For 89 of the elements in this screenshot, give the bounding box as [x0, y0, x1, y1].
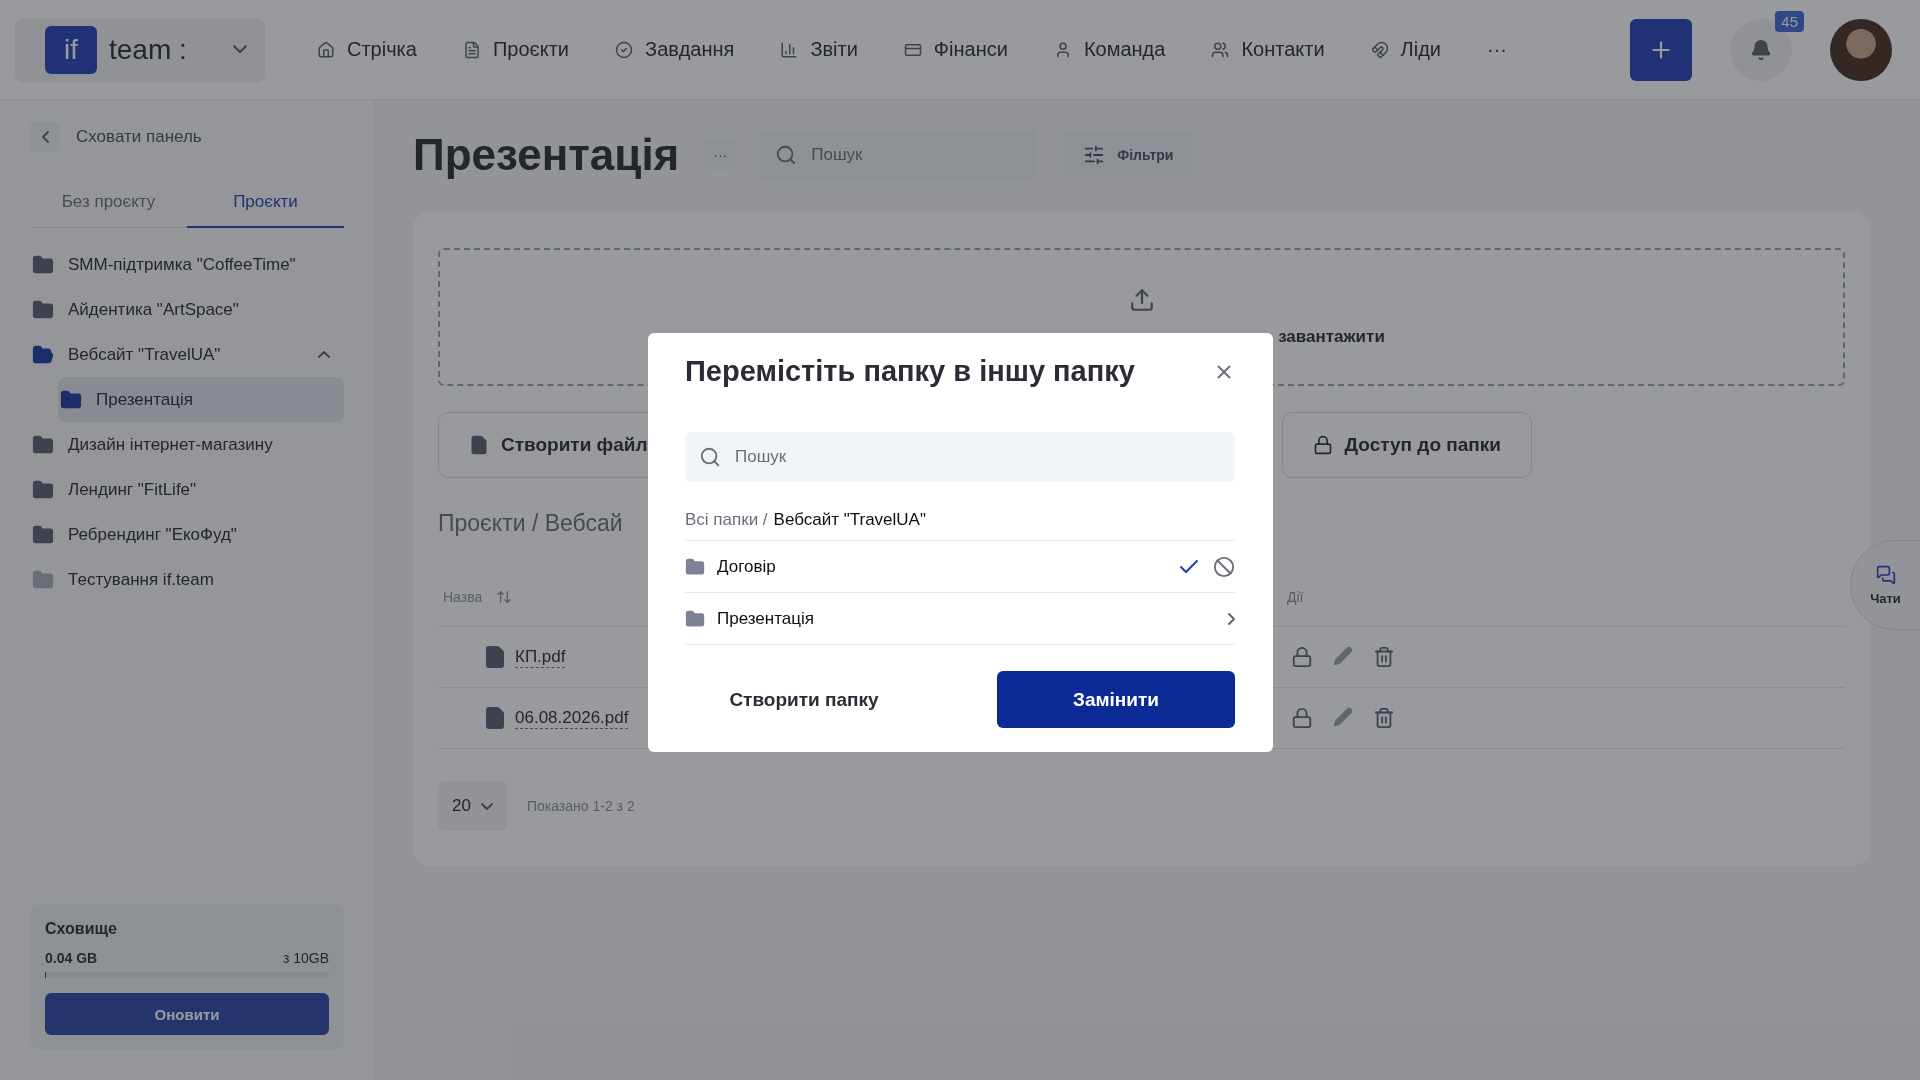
- folder-item[interactable]: SMM-підтримка "CoffeeTime": [30, 242, 344, 287]
- folder-item[interactable]: Вебсайт "TravelUA": [30, 332, 344, 377]
- folder-item[interactable]: Дизайн інтернет-магазину: [30, 422, 344, 467]
- hide-panel-button[interactable]: Сховати панель: [30, 122, 344, 152]
- logo-mark: if: [45, 25, 97, 74]
- upload-text: завантажити: [1277, 327, 1385, 347]
- folder-item[interactable]: Лендинг "FitLife": [30, 467, 344, 512]
- breadcrumb-link[interactable]: Всі папки /: [685, 510, 768, 530]
- nav-link[interactable]: Проєкти: [462, 38, 570, 61]
- collapse-icon[interactable]: [318, 351, 330, 358]
- file-icon: [469, 435, 489, 455]
- folder-item[interactable]: Тестування if.team: [30, 557, 344, 602]
- nav-link[interactable]: Контакти: [1211, 38, 1325, 61]
- column-header: Назва: [443, 588, 483, 605]
- workspace-switcher[interactable]: if team :: [15, 17, 265, 82]
- folder-name: Презентація: [717, 608, 815, 629]
- folder-name: Лендинг "FitLife": [68, 479, 198, 500]
- users-icon: [1211, 40, 1230, 59]
- folder-name: Презентація: [96, 389, 194, 410]
- create-folder-button[interactable]: Створити папку: [685, 671, 923, 728]
- sidebar-tab[interactable]: Проєкти: [187, 182, 344, 228]
- chat-icon: [1875, 564, 1896, 585]
- document-icon: [462, 40, 481, 59]
- nav-link[interactable]: Фінанси: [903, 38, 1008, 61]
- folder-name: Ребрендинг "ЕкоФуд": [68, 524, 238, 545]
- nav-link[interactable]: Завдання: [615, 38, 735, 61]
- check-circle-icon: [615, 40, 634, 59]
- notification-count: 45: [1775, 10, 1804, 32]
- logo-name: team :: [109, 33, 188, 66]
- file-link[interactable]: 06.08.2026.pdf: [515, 707, 629, 729]
- add-button[interactable]: [1630, 18, 1692, 81]
- folder-icon: [685, 608, 705, 629]
- storage-used: 0.04 GB: [45, 950, 98, 966]
- pdf-icon: [483, 706, 507, 730]
- folder-item[interactable]: Презентація: [58, 377, 344, 422]
- pagination-info: Показано 1-2 з 2: [526, 798, 635, 814]
- chart-icon: [780, 40, 799, 59]
- page-title: Презентація: [413, 130, 680, 180]
- folder-row[interactable]: Презентація: [685, 593, 1235, 645]
- sliders-icon: [1083, 144, 1106, 166]
- nav-link[interactable]: Стрічка: [317, 38, 417, 61]
- magnet-icon: [1370, 40, 1389, 59]
- search-field[interactable]: Пошук: [761, 130, 1038, 180]
- lock-icon: [1312, 435, 1333, 455]
- folder-icon: [685, 556, 705, 577]
- home-icon: [317, 40, 335, 59]
- storage-title: Сховище: [45, 920, 118, 938]
- chevron-icon: [480, 802, 493, 810]
- delete-icon[interactable]: [1373, 646, 1395, 668]
- edit-icon[interactable]: [1333, 707, 1353, 727]
- nav-link[interactable]: Звіти: [780, 38, 858, 61]
- search-field[interactable]: Пошук: [685, 432, 1235, 482]
- cancel-button[interactable]: [1213, 555, 1235, 578]
- lock-icon[interactable]: [1291, 707, 1313, 729]
- folder-name: Тестування if.team: [68, 569, 215, 590]
- breadcrumb-current: Вебсайт "TravelUA": [773, 510, 926, 530]
- bell-icon: [1750, 38, 1772, 61]
- folder-item[interactable]: Айдентика "ArtSpace": [30, 287, 344, 332]
- chevron-right-icon: [1228, 612, 1235, 625]
- folder-item[interactable]: Ребрендинг "ЕкоФуд": [30, 512, 344, 557]
- nav-link[interactable]: ···: [1487, 38, 1507, 61]
- dialog-title: Перемістіть папку в іншу папку: [685, 355, 1135, 388]
- search-icon: [775, 144, 798, 166]
- more-button[interactable]: ···: [705, 140, 736, 170]
- upgrade-button[interactable]: Оновити: [45, 993, 329, 1035]
- column-header: Дії: [1287, 588, 1304, 605]
- folder-name: SMM-підтримка "CoffeeTime": [68, 254, 297, 275]
- breadcrumb: Проєкти / Вебсай: [438, 510, 623, 537]
- nav-link[interactable]: Команда: [1053, 38, 1166, 61]
- folder-access-button[interactable]: Доступ до папки: [1281, 412, 1532, 478]
- folder-name: Айдентика "ArtSpace": [68, 299, 240, 320]
- storage-total: з 10GB: [282, 950, 329, 966]
- chevron-icon: [233, 45, 247, 54]
- nav-link[interactable]: Ліди: [1370, 38, 1441, 61]
- pdf-icon: [483, 645, 507, 669]
- folder-name: Дизайн інтернет-магазину: [68, 434, 274, 455]
- filters-button[interactable]: Фільтри: [1063, 133, 1194, 177]
- search-icon: [699, 446, 721, 468]
- chevron-left-icon: [41, 131, 49, 143]
- replace-button[interactable]: Замінити: [997, 671, 1235, 728]
- lock-icon[interactable]: [1291, 646, 1313, 668]
- folder-name: Вебсайт "TravelUA": [68, 344, 222, 365]
- delete-icon[interactable]: [1373, 707, 1395, 729]
- sort-icon[interactable]: [496, 588, 513, 605]
- upload-icon: [1128, 287, 1155, 313]
- file-link[interactable]: КП.pdf: [515, 646, 566, 668]
- sidebar-tab[interactable]: Без проєкту: [30, 182, 187, 228]
- edit-icon[interactable]: [1333, 646, 1353, 666]
- page-size-select[interactable]: 20: [438, 781, 507, 831]
